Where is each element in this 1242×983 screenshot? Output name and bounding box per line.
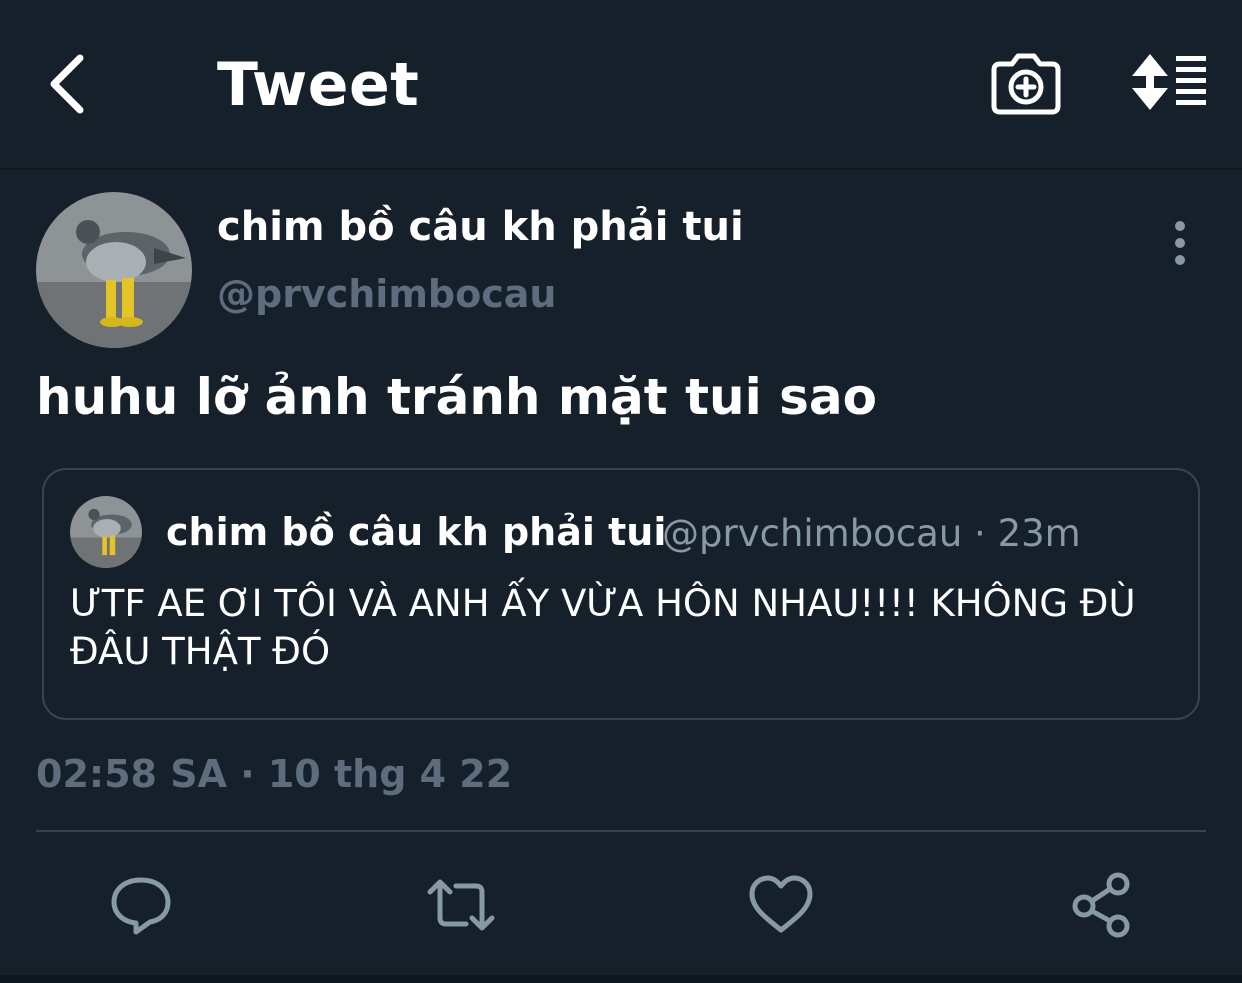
- reply-icon: [111, 877, 171, 935]
- tweet-text: huhu lỡ ảnh tránh mặt tui sao: [36, 368, 877, 426]
- camera-button[interactable]: [990, 52, 1062, 118]
- bottom-edge: [0, 975, 1242, 983]
- quoted-tweet[interactable]: chim bồ câu kh phải tui @prvchimbocau · …: [42, 468, 1200, 720]
- reply-button[interactable]: [106, 870, 176, 940]
- tweet-timestamp: 02:58 SA · 10 thg 4 22: [36, 752, 513, 796]
- author-handle[interactable]: @prvchimbocau: [217, 272, 556, 316]
- back-button[interactable]: [36, 48, 96, 120]
- sort-list-icon: [1132, 54, 1206, 110]
- tweet-detail-screen: Tweet chim bồ câu kh phải tui @prvchimbo…: [0, 0, 1242, 983]
- like-icon: [749, 875, 813, 933]
- quote-display-name: chim bồ câu kh phải tui: [166, 510, 667, 554]
- avatar[interactable]: [36, 192, 192, 348]
- like-button[interactable]: [746, 870, 816, 940]
- more-options-button[interactable]: [1160, 218, 1200, 268]
- quote-avatar: [70, 496, 142, 568]
- sort-button[interactable]: [1130, 52, 1210, 112]
- retweet-icon: [427, 879, 495, 931]
- more-vertical-icon: [1175, 221, 1185, 265]
- quote-text: ƯTF AE ƠI TÔI VÀ ANH ẤY VỪA HÔN NHAU!!!!…: [70, 582, 1136, 673]
- chevron-left-icon: [50, 54, 84, 114]
- retweet-button[interactable]: [426, 870, 496, 940]
- top-bar: Tweet: [0, 0, 1242, 170]
- divider: [36, 830, 1206, 832]
- share-icon: [1072, 872, 1130, 938]
- pigeon-avatar-image: [36, 192, 192, 348]
- page-title: Tweet: [217, 50, 420, 120]
- author-display-name[interactable]: chim bồ câu kh phải tui: [217, 204, 744, 250]
- pigeon-avatar-image: [70, 496, 142, 568]
- quote-handle-time: @prvchimbocau · 23m: [662, 512, 1081, 555]
- share-button[interactable]: [1068, 870, 1138, 940]
- camera-plus-icon: [991, 53, 1061, 115]
